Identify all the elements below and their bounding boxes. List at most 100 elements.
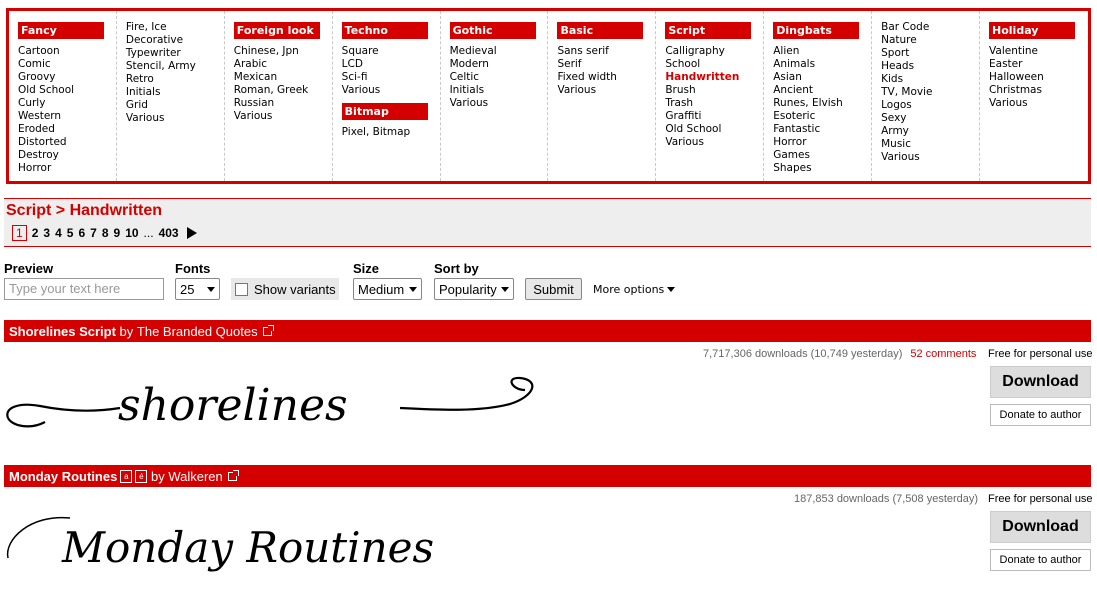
menu-item[interactable]: Groovy: [18, 71, 108, 84]
menu-item[interactable]: Retro: [126, 73, 216, 86]
cat-basic[interactable]: Basic: [557, 22, 644, 39]
menu-item[interactable]: Mexican: [234, 71, 324, 84]
menu-item[interactable]: Initials: [450, 84, 540, 97]
menu-item[interactable]: Medieval: [450, 45, 540, 58]
page-link[interactable]: 2: [32, 226, 39, 240]
menu-item[interactable]: Arabic: [234, 58, 324, 71]
menu-item[interactable]: Various: [665, 136, 755, 149]
page-link[interactable]: 5: [67, 226, 74, 240]
cat-foreign-look[interactable]: Foreign look: [233, 22, 320, 39]
font-preview-monday-routines[interactable]: Monday Routines: [0, 500, 560, 595]
submit-button[interactable]: Submit: [525, 278, 582, 300]
menu-item[interactable]: Decorative: [126, 34, 216, 47]
cat-fancy[interactable]: Fancy: [18, 22, 104, 39]
menu-item[interactable]: Various: [989, 97, 1080, 110]
menu-item[interactable]: Various: [234, 110, 324, 123]
menu-item[interactable]: Russian: [234, 97, 324, 110]
menu-item[interactable]: Various: [450, 97, 540, 110]
menu-item[interactable]: Modern: [450, 58, 540, 71]
menu-item[interactable]: TV, Movie: [881, 86, 971, 99]
external-link-icon[interactable]: [262, 324, 274, 336]
fonts-select[interactable]: 25: [175, 278, 220, 300]
menu-item[interactable]: Calligraphy: [665, 45, 755, 58]
download-button[interactable]: Download: [990, 511, 1091, 543]
menu-item[interactable]: Various: [557, 84, 647, 97]
menu-item[interactable]: Easter: [989, 58, 1080, 71]
menu-item[interactable]: Sexy: [881, 112, 971, 125]
comments-link[interactable]: 52 comments: [910, 348, 976, 360]
preview-input[interactable]: Type your text here: [4, 278, 164, 300]
menu-item[interactable]: Bar Code: [881, 21, 971, 34]
menu-item[interactable]: Valentine: [989, 45, 1080, 58]
menu-item[interactable]: Serif: [557, 58, 647, 71]
menu-item[interactable]: Halloween: [989, 71, 1080, 84]
menu-item[interactable]: Fire, Ice: [126, 21, 216, 34]
menu-item[interactable]: Animals: [773, 58, 863, 71]
menu-item[interactable]: Destroy: [18, 149, 108, 162]
menu-item[interactable]: Chinese, Jpn: [234, 45, 324, 58]
menu-item[interactable]: Shapes: [773, 162, 863, 175]
menu-item[interactable]: Various: [126, 112, 216, 125]
menu-item[interactable]: Brush: [665, 84, 755, 97]
menu-item[interactable]: Games: [773, 149, 863, 162]
menu-item[interactable]: Fixed width: [557, 71, 647, 84]
menu-item-active[interactable]: Handwritten: [665, 71, 755, 84]
show-variants-checkbox[interactable]: [235, 282, 248, 296]
menu-item[interactable]: Initials: [126, 86, 216, 99]
menu-item[interactable]: Sport: [881, 47, 971, 60]
menu-item[interactable]: Sans serif: [557, 45, 647, 58]
menu-item[interactable]: Square: [342, 45, 432, 58]
menu-item[interactable]: Christmas: [989, 84, 1080, 97]
cat-bitmap[interactable]: Bitmap: [341, 103, 428, 120]
menu-item[interactable]: Esoteric: [773, 110, 863, 123]
menu-item[interactable]: Western: [18, 110, 108, 123]
more-options-link[interactable]: More options: [593, 283, 676, 296]
menu-item[interactable]: Pixel, Bitmap: [342, 126, 432, 139]
menu-item[interactable]: Celtic: [450, 71, 540, 84]
donate-button[interactable]: Donate to author: [990, 404, 1091, 426]
cat-script[interactable]: Script: [665, 22, 752, 39]
menu-item[interactable]: Heads: [881, 60, 971, 73]
external-link-icon[interactable]: [227, 469, 239, 481]
page-link[interactable]: 6: [78, 226, 85, 240]
menu-item[interactable]: Old School: [18, 84, 108, 97]
menu-item[interactable]: Various: [342, 84, 432, 97]
menu-item[interactable]: Kids: [881, 73, 971, 86]
page-link[interactable]: 10: [125, 226, 138, 240]
cat-holiday[interactable]: Holiday: [989, 22, 1076, 39]
cat-dingbats[interactable]: Dingbats: [773, 22, 860, 39]
menu-item[interactable]: Various: [881, 151, 971, 164]
menu-item[interactable]: Runes, Elvish: [773, 97, 863, 110]
menu-item[interactable]: Grid: [126, 99, 216, 112]
menu-item[interactable]: LCD: [342, 58, 432, 71]
cat-gothic[interactable]: Gothic: [449, 22, 536, 39]
font-author-link[interactable]: The Branded Quotes: [137, 324, 258, 339]
menu-item[interactable]: Horror: [773, 136, 863, 149]
menu-item[interactable]: Eroded: [18, 123, 108, 136]
menu-item[interactable]: Sci-fi: [342, 71, 432, 84]
menu-item[interactable]: School: [665, 58, 755, 71]
menu-item[interactable]: Nature: [881, 34, 971, 47]
page-link[interactable]: 7: [90, 226, 97, 240]
download-button[interactable]: Download: [990, 366, 1091, 398]
page-link[interactable]: 9: [114, 226, 121, 240]
menu-item[interactable]: Graffiti: [665, 110, 755, 123]
menu-item[interactable]: Fantastic: [773, 123, 863, 136]
menu-item[interactable]: Old School: [665, 123, 755, 136]
menu-item[interactable]: Comic: [18, 58, 108, 71]
menu-item[interactable]: Curly: [18, 97, 108, 110]
cat-techno[interactable]: Techno: [341, 22, 428, 39]
menu-item[interactable]: Alien: [773, 45, 863, 58]
size-select[interactable]: Medium: [353, 278, 422, 300]
page-link[interactable]: 8: [102, 226, 109, 240]
font-preview-shorelines[interactable]: shorelines: [0, 360, 560, 440]
sort-select[interactable]: Popularity: [434, 278, 514, 300]
font-name-link[interactable]: Monday Routines: [9, 469, 117, 484]
page-link[interactable]: 4: [55, 226, 62, 240]
show-variants-toggle[interactable]: Show variants: [231, 278, 339, 300]
font-author-link[interactable]: Walkeren: [168, 469, 222, 484]
menu-item[interactable]: Trash: [665, 97, 755, 110]
font-name-link[interactable]: Shorelines Script: [9, 324, 116, 339]
menu-item[interactable]: Typewriter: [126, 47, 216, 60]
menu-item[interactable]: Logos: [881, 99, 971, 112]
